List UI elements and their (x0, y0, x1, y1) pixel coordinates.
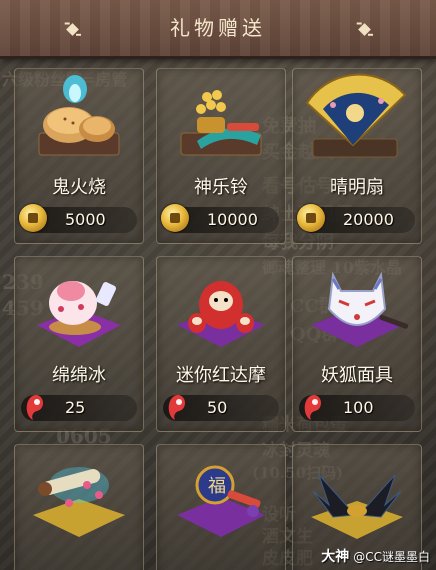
gift-card-guihuoshao[interactable]: 鬼火烧 5000 (14, 68, 144, 244)
magatama-icon (168, 395, 185, 420)
gift-panel: 六级粉丝牌=房管 免费抽 买金越尺 看号估号 绅士阴阳师 每我分阴 御魂整理 1… (0, 0, 436, 570)
gift-card-shenlezhong[interactable]: 神乐铃 10000 (156, 68, 286, 244)
daruma-icon (177, 281, 265, 347)
page-title: 礼物赠送 (170, 16, 266, 40)
scroll-icon (33, 467, 125, 537)
coin-icon (161, 204, 189, 232)
coin-icon (297, 204, 325, 232)
svg-text:福: 福 (208, 476, 226, 497)
price-bar: 10000 (161, 204, 279, 233)
gift-card-mianmianbing[interactable]: 绵绵冰 25 (14, 256, 144, 432)
gift-price: 20000 (343, 210, 394, 229)
gift-price: 100 (343, 398, 374, 417)
kagura-bell-icon (180, 90, 262, 156)
charm-icon: 福 (177, 465, 265, 537)
gift-price: 5000 (65, 210, 106, 229)
gift-price: 10000 (207, 210, 258, 229)
price-bar: 50 (163, 395, 279, 421)
fire-cake-icon (38, 75, 120, 156)
gift-price: 25 (65, 398, 86, 417)
gift-name: 晴明扇 (330, 177, 384, 198)
panel-header: 礼物赠送 (0, 0, 436, 59)
price-bar: 20000 (297, 204, 415, 233)
watermark-brand: 大神 (321, 549, 350, 565)
gift-card-charm[interactable]: 福 (156, 444, 286, 570)
price-bar: 100 (299, 395, 415, 421)
magatama-icon (26, 395, 43, 420)
gift-price: 50 (207, 398, 228, 417)
gift-name: 神乐铃 (194, 177, 248, 198)
wings-icon (311, 474, 403, 539)
gift-name: 妖狐面具 (321, 365, 393, 386)
gift-card-scroll[interactable] (14, 444, 144, 570)
coin-icon (19, 204, 47, 232)
watermark-user: @CC谜墨墨白 (353, 550, 430, 564)
magatama-icon (304, 395, 321, 420)
shaved-ice-icon (37, 281, 121, 347)
gift-name: 迷你红达摩 (176, 365, 266, 386)
gift-card-mini-daruma[interactable]: 迷你红达摩 50 (156, 256, 286, 432)
gift-name: 绵绵冰 (52, 365, 106, 386)
price-bar: 5000 (19, 204, 137, 233)
folding-fan-icon (305, 73, 407, 158)
watermark: 大神 @CC谜墨墨白 (321, 546, 430, 566)
fox-mask-icon (311, 271, 409, 347)
gift-card-fox-mask[interactable]: 妖狐面具 100 (292, 256, 422, 432)
gift-card-qingmingshan[interactable]: 晴明扇 20000 (292, 68, 422, 244)
gift-name: 鬼火烧 (52, 177, 106, 198)
price-bar: 25 (21, 395, 137, 421)
